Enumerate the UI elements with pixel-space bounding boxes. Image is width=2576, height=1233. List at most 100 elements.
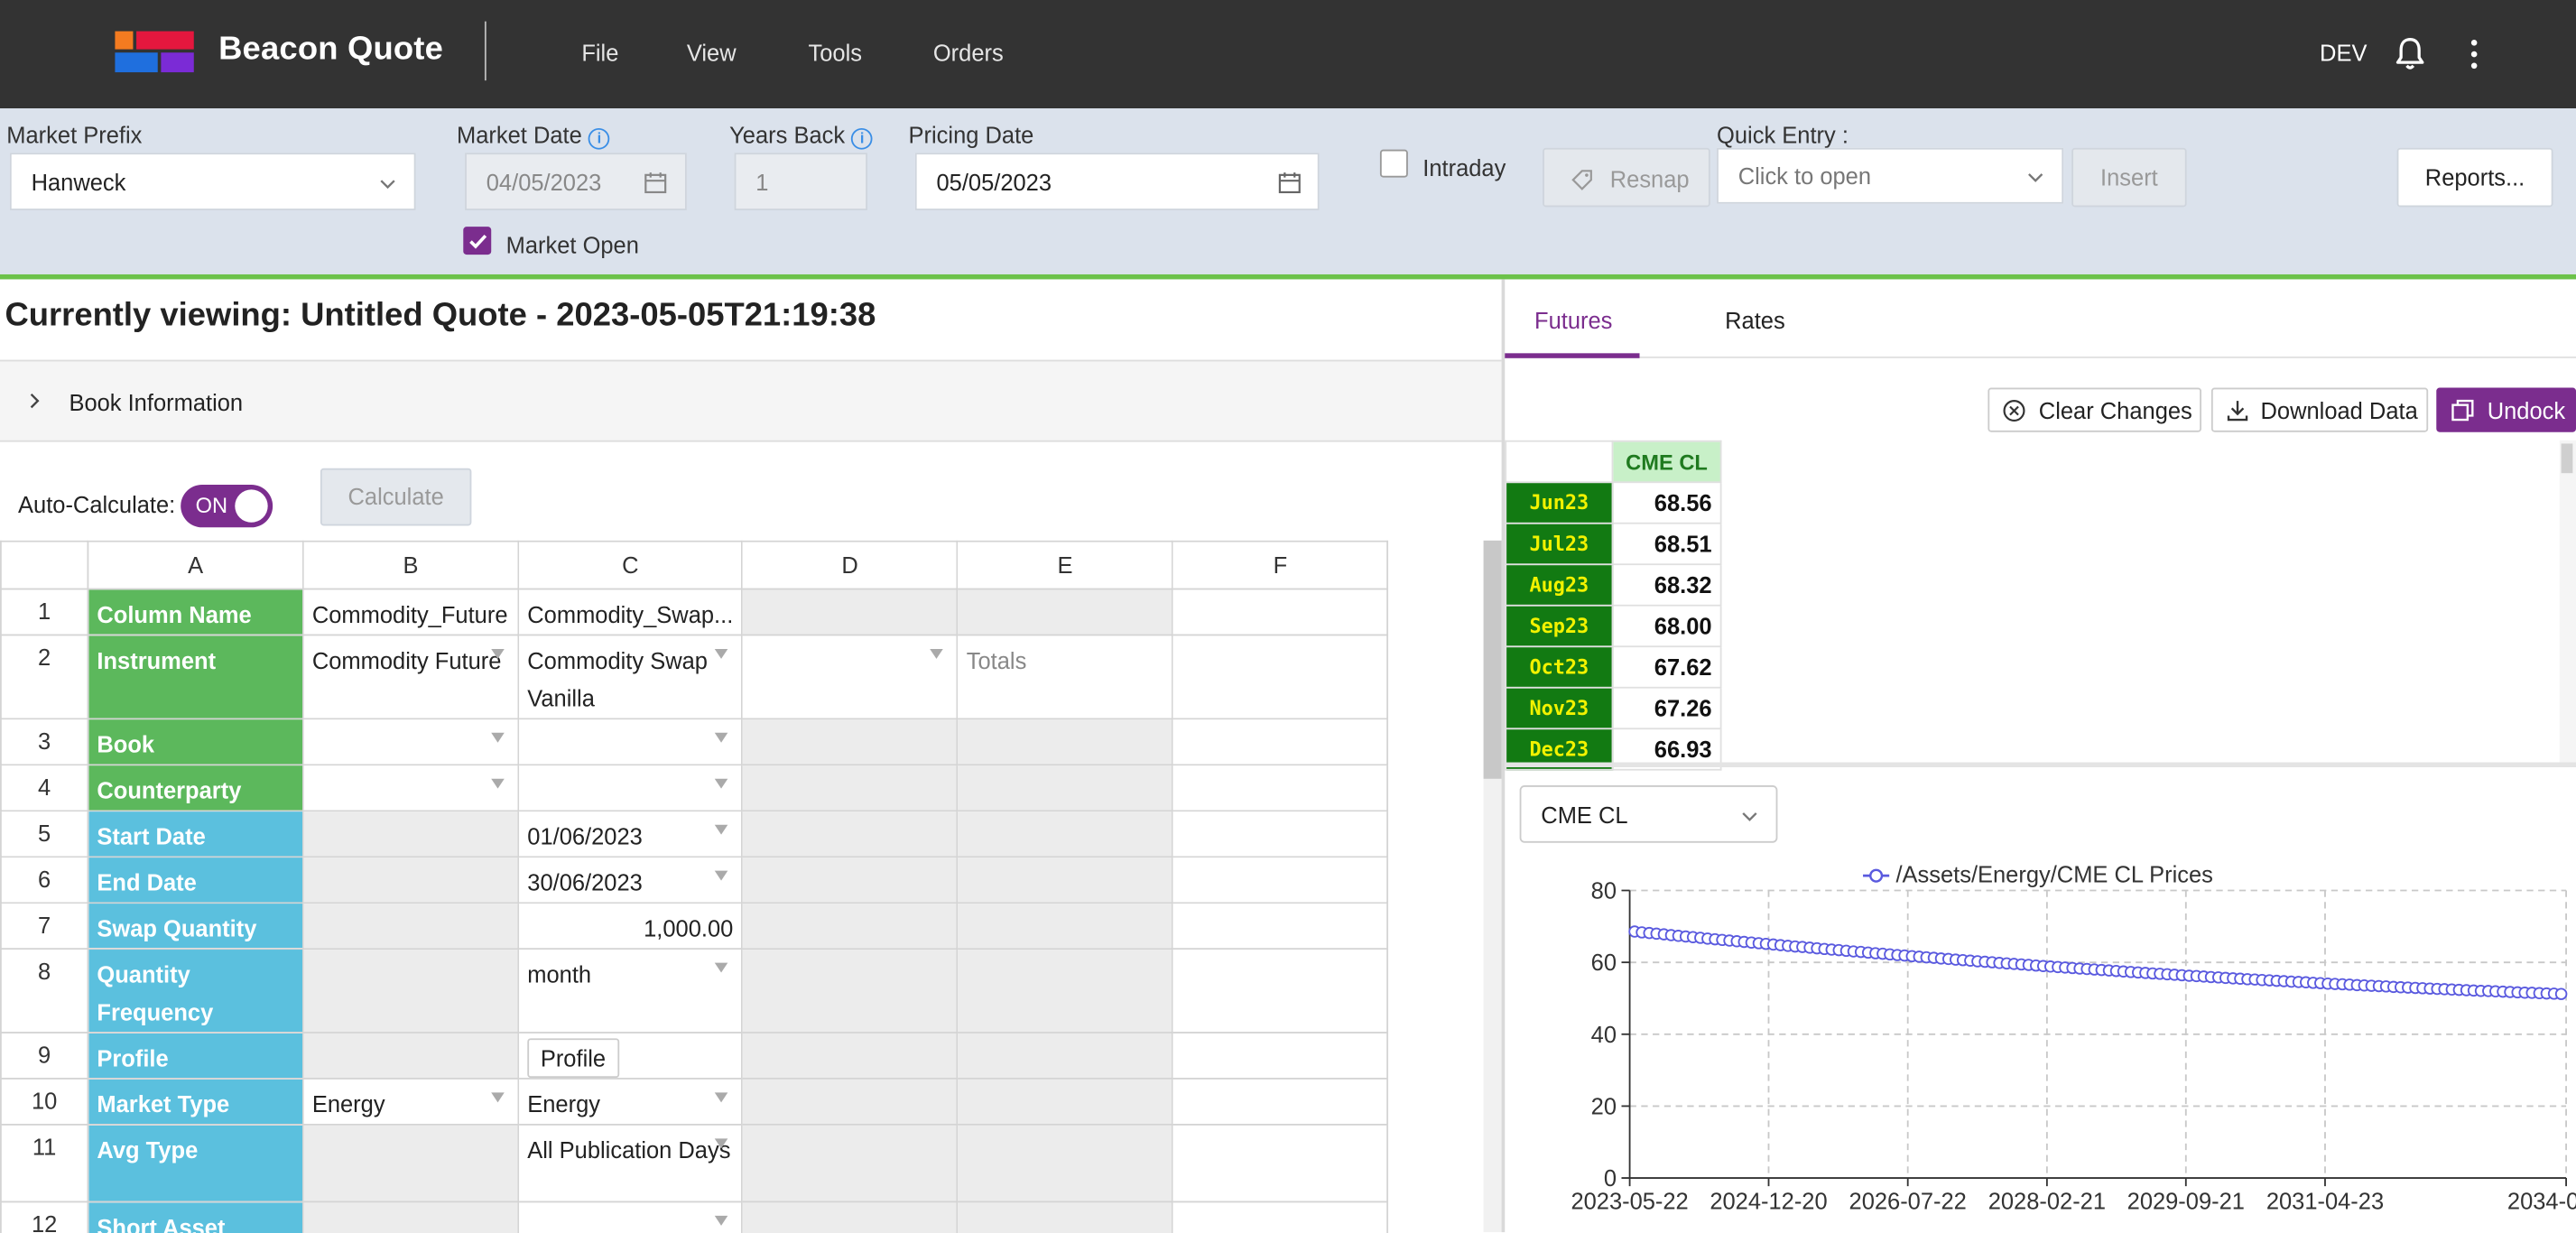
cell-f[interactable] [1172,634,1389,720]
cell-b[interactable] [301,1201,520,1233]
menu-view[interactable]: View [687,40,737,66]
futures-month[interactable]: Sep23 [1505,604,1614,648]
menu-file[interactable]: File [581,40,618,66]
intraday-checkbox[interactable] [1379,149,1408,178]
futures-scrollbar[interactable] [2559,440,2576,765]
dropdown-arrow-icon[interactable] [491,732,505,743]
cell-f[interactable] [1172,810,1389,858]
insert-button[interactable]: Insert [2071,147,2187,208]
row-label[interactable]: Swap Quantity [87,902,304,950]
row-number[interactable]: 11 [0,1123,89,1203]
cell-c[interactable] [517,764,744,812]
bell-icon[interactable] [2394,36,2426,72]
futures-price[interactable]: 68.56 [1611,481,1722,524]
column-header[interactable]: C [517,540,744,590]
cell-d[interactable] [741,1123,959,1203]
column-header[interactable]: D [741,540,959,590]
cell-e[interactable] [956,856,1174,904]
cell-d[interactable] [741,1201,959,1233]
futures-month[interactable]: Jul23 [1505,522,1614,566]
dropdown-arrow-icon[interactable] [715,824,728,835]
row-label[interactable]: Instrument [87,634,304,720]
info-icon[interactable]: i [588,127,610,150]
calculate-button[interactable]: Calculate [320,468,472,526]
futures-month[interactable]: Oct23 [1505,645,1614,689]
auto-calculate-toggle[interactable]: ON [181,484,273,528]
row-label[interactable]: Start Date [87,810,304,858]
cell-e[interactable] [956,1078,1174,1126]
cell-e[interactable]: Totals [956,634,1174,720]
cell-f[interactable] [1172,1201,1389,1233]
cell-c[interactable]: All Publication Days [517,1123,744,1203]
dropdown-arrow-icon[interactable] [715,870,728,881]
cell-f[interactable] [1172,1078,1389,1126]
dropdown-arrow-icon[interactable] [715,778,728,789]
futures-month[interactable]: Aug23 [1505,563,1614,607]
futures-price[interactable]: 68.32 [1611,563,1722,607]
cell-d[interactable] [741,856,959,904]
futures-price[interactable]: 67.26 [1611,686,1722,730]
dropdown-arrow-icon[interactable] [715,732,728,743]
cell-b[interactable]: Commodity Future [301,634,520,720]
cell-b[interactable] [301,718,520,766]
cell-b[interactable]: Commodity_Future [301,588,520,636]
info-icon[interactable]: i [851,127,874,150]
cell-e[interactable] [956,764,1174,812]
column-header[interactable]: E [956,540,1174,590]
cell-f[interactable] [1172,588,1389,636]
cell-e[interactable] [956,588,1174,636]
more-options-icon[interactable] [2458,36,2490,72]
futures-price[interactable]: 68.00 [1611,604,1722,648]
market-open-checkbox[interactable] [463,227,492,255]
cell-b[interactable] [301,948,520,1034]
cell-c[interactable]: Profile [517,1032,744,1080]
scrollbar-thumb[interactable] [1483,540,1502,779]
book-information-expander[interactable]: Book Information [0,359,1502,442]
download-data-button[interactable]: Download Data [2210,387,2429,432]
row-label[interactable]: Book [87,718,304,766]
row-number[interactable]: 9 [0,1032,89,1080]
tab-futures[interactable]: Futures [1534,307,1612,333]
column-header[interactable]: A [87,540,304,590]
row-number[interactable]: 8 [0,948,89,1034]
dropdown-arrow-icon[interactable] [715,1215,728,1226]
cell-c[interactable]: 30/06/2023 [517,856,744,904]
cell-c[interactable] [517,1201,744,1233]
menu-orders[interactable]: Orders [933,40,1004,66]
cell-d[interactable] [741,718,959,766]
cell-f[interactable] [1172,856,1389,904]
dropdown-arrow-icon[interactable] [930,648,944,659]
row-label[interactable]: Counterparty [87,764,304,812]
cell-f[interactable] [1172,718,1389,766]
quick-entry-select[interactable]: Click to open [1717,147,2064,204]
cell-e[interactable] [956,1123,1174,1203]
dropdown-arrow-icon[interactable] [491,778,505,789]
cell-d[interactable] [741,948,959,1034]
row-label[interactable]: End Date [87,856,304,904]
row-number[interactable]: 7 [0,902,89,950]
scrollbar-thumb[interactable] [2561,443,2573,474]
clear-changes-button[interactable]: Clear Changes [1988,387,2202,432]
cell-e[interactable] [956,948,1174,1034]
pane-divider[interactable] [1505,762,2576,768]
row-number[interactable]: 12 [0,1201,89,1233]
row-number[interactable]: 3 [0,718,89,766]
dropdown-arrow-icon[interactable] [715,1138,728,1149]
cell-d[interactable] [741,902,959,950]
market-date-input[interactable]: 04/05/2023 [465,153,687,210]
cell-b[interactable] [301,902,520,950]
cell-f[interactable] [1172,1032,1389,1080]
row-label[interactable]: Avg Type [87,1123,304,1203]
cell-f[interactable] [1172,1123,1389,1203]
cell-c[interactable]: Commodity_Swap... [517,588,744,636]
dropdown-arrow-icon[interactable] [491,648,505,659]
cell-e[interactable] [956,810,1174,858]
cell-c[interactable]: 1,000.00 [517,902,744,950]
row-number[interactable]: 6 [0,856,89,904]
pricing-date-input[interactable]: 05/05/2023 [914,153,1320,210]
chart-asset-select[interactable]: CME CL [1519,785,1778,843]
column-header[interactable]: F [1172,540,1389,590]
row-number[interactable]: 2 [0,634,89,720]
row-label[interactable]: Column Name [87,588,304,636]
cell-d[interactable] [741,810,959,858]
